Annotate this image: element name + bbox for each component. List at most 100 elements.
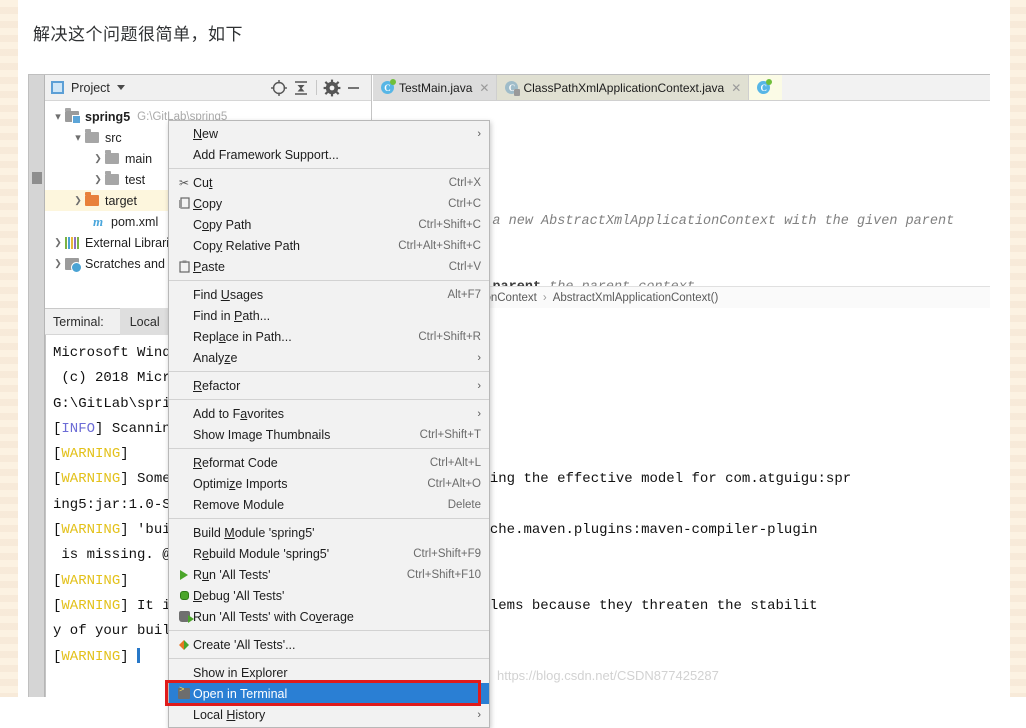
scissors-icon: ✂	[178, 175, 190, 190]
project-panel-title: Project	[71, 80, 110, 95]
menu-item-add-framework-support[interactable]: Add Framework Support...	[169, 144, 489, 165]
menu-item-open-in-terminal[interactable]: Open in Terminal	[165, 680, 489, 706]
chevron-down-icon[interactable]	[51, 110, 65, 123]
menu-item-copy-relative-path[interactable]: Copy Relative Path Ctrl+Alt+Shift+C	[169, 235, 489, 256]
chevron-right-icon[interactable]	[51, 258, 65, 269]
editor-tab-label: TestMain.java	[399, 80, 473, 95]
chevron-right-icon: ›	[477, 127, 481, 140]
menu-item-shortcut: Ctrl+Shift+F10	[406, 568, 481, 581]
menu-item-remove-module[interactable]: Remove Module Delete	[169, 494, 489, 515]
menu-item-create-all-tests[interactable]: Create 'All Tests'...	[169, 634, 489, 655]
menu-separator	[169, 630, 489, 631]
chevron-right-icon[interactable]	[91, 153, 105, 164]
project-panel-header: Project	[45, 75, 371, 101]
page-left-stripe	[0, 0, 18, 697]
locate-icon[interactable]	[268, 77, 290, 99]
menu-item-label: Cut	[193, 175, 213, 190]
libraries-icon	[65, 236, 79, 249]
chevron-right-icon: ›	[477, 351, 481, 364]
terminal-cursor	[137, 647, 141, 663]
menu-item-shortcut: Ctrl+V	[448, 260, 481, 273]
menu-item-analyze[interactable]: Analyze ›	[169, 347, 489, 368]
context-menu[interactable]: New › Add Framework Support... ✂ Cut Ctrl+X Co…	[165, 120, 490, 728]
tool-window-strip[interactable]: 1: Project	[29, 75, 45, 697]
menu-item-label: Copy Path	[193, 217, 252, 232]
menu-separator	[169, 280, 489, 281]
menu-item-label: Run 'All Tests'	[193, 567, 271, 582]
chevron-right-icon: ›	[477, 708, 481, 721]
menu-item-label: Build Module 'spring5'	[193, 525, 315, 540]
menu-item-refactor[interactable]: Refactor ›	[169, 375, 489, 396]
menu-item-shortcut: Alt+F7	[447, 288, 481, 301]
menu-item-cut[interactable]: ✂ Cut Ctrl+X	[169, 172, 489, 193]
menu-item-label: Refactor	[193, 378, 241, 393]
tree-node-label: src	[105, 130, 122, 145]
menu-item-run-all-tests[interactable]: Run 'All Tests' Ctrl+Shift+F10	[169, 564, 489, 585]
menu-separator	[169, 371, 489, 372]
menu-separator	[169, 168, 489, 169]
menu-item-find-usages[interactable]: Find Usages Alt+F7	[169, 284, 489, 305]
menu-separator	[169, 448, 489, 449]
menu-item-build-module-spring5[interactable]: Build Module 'spring5'	[169, 522, 489, 543]
editor-tab-label: ClassPathXmlApplicationContext.java	[523, 80, 725, 95]
menu-item-copy-path[interactable]: Copy Path Ctrl+Shift+C	[169, 214, 489, 235]
menu-separator	[169, 518, 489, 519]
menu-item-add-to-favorites[interactable]: Add to Favorites ›	[169, 403, 489, 424]
menu-item-debug-all-tests[interactable]: Debug 'All Tests'	[169, 585, 489, 606]
menu-item-run-all-tests-with-coverage[interactable]: Run 'All Tests' with Coverage	[169, 606, 489, 627]
chevron-right-icon[interactable]	[51, 237, 65, 248]
folder-icon	[105, 171, 119, 185]
chevron-right-icon[interactable]	[71, 195, 85, 206]
menu-item-shortcut: Ctrl+C	[448, 197, 481, 210]
menu-item-shortcut: Ctrl+Alt+L	[429, 456, 481, 469]
menu-item-shortcut: Delete	[447, 498, 481, 511]
folder-orange-icon	[85, 192, 99, 206]
menu-item-shortcut: Ctrl+Shift+F9	[413, 547, 481, 560]
menu-item-shortcut: Ctrl+X	[448, 176, 481, 189]
menu-item-reformat-code[interactable]: Reformat Code Ctrl+Alt+L	[169, 452, 489, 473]
create-config-icon	[175, 639, 193, 650]
debug-icon	[175, 591, 193, 600]
menu-item-copy[interactable]: Copy Ctrl+C	[169, 193, 489, 214]
collapse-all-icon[interactable]	[290, 77, 312, 99]
tool-window-marker	[32, 172, 42, 184]
menu-item-local-history[interactable]: Local History ›	[169, 704, 489, 725]
folder-icon	[105, 150, 119, 164]
page-heading: 解决这个问题很简单，如下	[33, 25, 243, 45]
menu-item-label: Rebuild Module 'spring5'	[193, 546, 330, 561]
menu-item-paste[interactable]: Paste Ctrl+V	[169, 256, 489, 277]
menu-item-rebuild-module-spring5[interactable]: Rebuild Module 'spring5' Ctrl+Shift+F9	[169, 543, 489, 564]
terminal-icon	[175, 685, 193, 699]
project-icon	[51, 81, 64, 94]
close-icon[interactable]: ✕	[479, 81, 489, 95]
gear-icon[interactable]	[321, 77, 343, 99]
close-icon[interactable]: ✕	[731, 81, 741, 95]
editor-tabbar[interactable]: C TestMain.java ✕ C ClassPathXmlApplicat…	[373, 75, 990, 101]
menu-item-show-image-thumbnails[interactable]: Show Image Thumbnails Ctrl+Shift+T	[169, 424, 489, 445]
menu-item-new[interactable]: New ›	[169, 123, 489, 144]
menu-item-label: Copy Relative Path	[193, 238, 301, 253]
chevron-right-icon[interactable]	[91, 174, 105, 185]
breadcrumb-item-method[interactable]: AbstractXmlApplicationContext()	[553, 292, 719, 304]
menu-item-optimize-imports[interactable]: Optimize Imports Ctrl+Alt+O	[169, 473, 489, 494]
chevron-down-icon[interactable]	[71, 131, 85, 144]
tree-node-label: spring5	[85, 109, 131, 124]
editor-tab-third[interactable]: C	[749, 75, 783, 100]
tree-node-label: pom.xml	[111, 214, 159, 229]
menu-item-label: Show Image Thumbnails	[193, 427, 331, 442]
copy-icon	[175, 197, 193, 210]
menu-item-replace-in-path[interactable]: Replace in Path... Ctrl+Shift+R	[169, 326, 489, 347]
menu-item-shortcut: Ctrl+Shift+T	[419, 428, 481, 441]
editor-tab-testmain[interactable]: C TestMain.java ✕	[373, 75, 498, 100]
editor-tab-classpathxmlapplicationcontext[interactable]: C ClassPathXmlApplicationContext.java ✕	[497, 75, 750, 100]
chevron-down-icon[interactable]	[116, 85, 125, 90]
tree-node-label: target	[105, 193, 137, 208]
menu-item-find-in-path[interactable]: Find in Path...	[169, 305, 489, 326]
minimize-icon[interactable]	[343, 77, 365, 99]
java-readonly-class-icon: C	[505, 81, 521, 96]
menu-item-label: Replace in Path...	[193, 329, 292, 344]
menu-item-show-in-explorer[interactable]: Show in Explorer	[169, 662, 489, 683]
menu-item-shortcut: Ctrl+Shift+C	[418, 218, 481, 231]
menu-item-label: New	[193, 126, 219, 141]
menu-item-label: Find in Path...	[193, 308, 271, 323]
